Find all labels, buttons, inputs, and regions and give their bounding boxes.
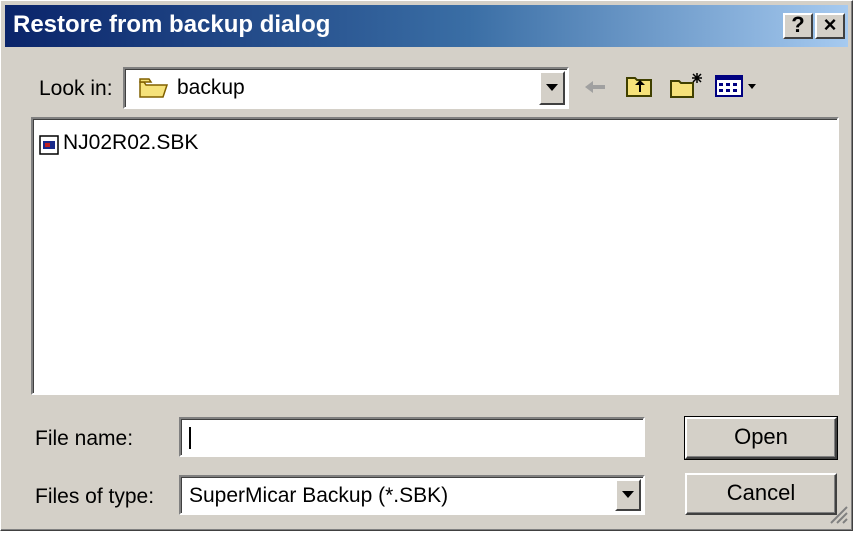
look-in-label: Look in: <box>39 77 113 100</box>
file-type-label: Files of type: <box>35 485 155 508</box>
restore-dialog: Restore from backup dialog ? × Look in: … <box>0 0 853 531</box>
view-menu-icon[interactable] <box>715 75 763 99</box>
chevron-down-icon <box>546 84 558 91</box>
open-button[interactable]: Open <box>684 416 838 460</box>
close-button[interactable]: × <box>815 13 845 39</box>
file-list[interactable]: NJ02R02.SBK <box>31 117 839 395</box>
file-name-input[interactable] <box>185 423 635 451</box>
look-in-dropdown-button[interactable] <box>539 71 565 105</box>
file-name-label: File name: <box>35 427 134 450</box>
cancel-button[interactable]: Cancel <box>685 473 837 515</box>
text-cursor <box>189 427 191 449</box>
look-in-value: backup <box>177 76 245 99</box>
file-type-value: SuperMicar Backup (*.SBK) <box>189 484 449 507</box>
file-type-dropdown-button[interactable] <box>615 479 641 511</box>
dialog-title: Restore from backup dialog <box>13 11 331 38</box>
file-type-dropdown[interactable]: SuperMicar Backup (*.SBK) <box>179 475 645 515</box>
look-in-dropdown[interactable]: backup <box>123 67 569 109</box>
chevron-down-icon <box>622 491 634 498</box>
file-name-input-box[interactable] <box>179 417 645 457</box>
help-button[interactable]: ? <box>783 13 813 39</box>
sbk-file-icon <box>39 135 59 155</box>
new-folder-icon[interactable] <box>669 71 705 99</box>
title-bar[interactable]: Restore from backup dialog ? × <box>5 5 848 47</box>
up-folder-icon[interactable] <box>625 73 653 99</box>
file-name-item: NJ02R02.SBK <box>63 131 199 154</box>
resize-grip-icon[interactable] <box>827 503 849 525</box>
back-arrow-icon[interactable] <box>583 79 607 95</box>
folder-icon <box>139 78 169 98</box>
